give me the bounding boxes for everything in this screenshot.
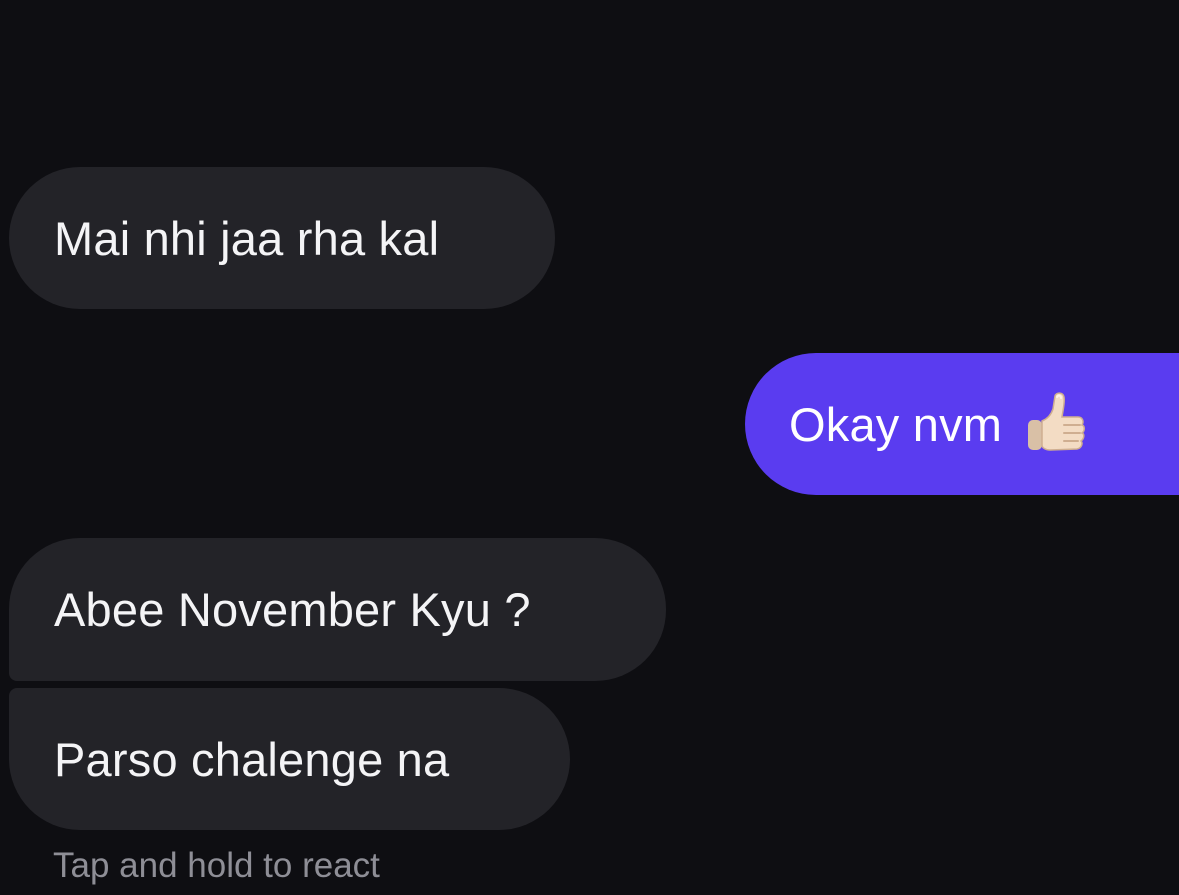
message-text: Mai nhi jaa rha kal <box>54 211 440 265</box>
message-bubble-received[interactable]: Parso chalenge na <box>9 688 570 830</box>
chat-thread: Mai nhi jaa rha kal Okay nvm Abee Novemb… <box>0 0 1179 895</box>
message-text: Okay nvm <box>789 397 1003 451</box>
message-bubble-sent[interactable]: Okay nvm <box>745 353 1179 495</box>
thumbs-up-icon <box>1020 388 1092 460</box>
message-bubble-received[interactable]: Abee November Kyu ? <box>9 538 666 681</box>
message-text: Abee November Kyu ? <box>54 583 531 636</box>
message-bubble-received[interactable]: Mai nhi jaa rha kal <box>9 167 555 309</box>
reaction-hint: Tap and hold to react <box>53 846 380 885</box>
message-text: Parso chalenge na <box>54 732 450 786</box>
